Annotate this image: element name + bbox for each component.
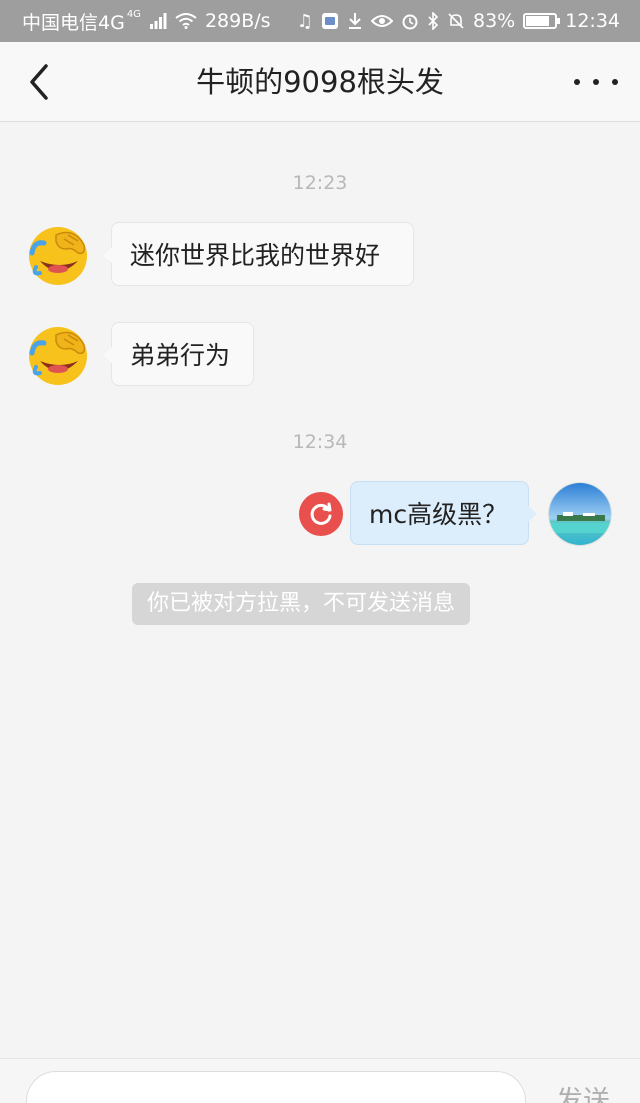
network-speed: 289B/s <box>204 10 271 32</box>
resend-icon[interactable] <box>299 492 343 536</box>
timestamp: 12:34 <box>292 431 348 453</box>
mute-icon <box>448 13 464 29</box>
message-text: 迷你世界比我的世界好 <box>130 241 381 270</box>
bluetooth-icon <box>428 12 439 30</box>
nav-bar: 牛顿的9098根头发 <box>0 42 640 122</box>
send-button[interactable]: 发送 <box>556 1079 610 1103</box>
message-text: 弟弟行为 <box>130 341 231 370</box>
my-avatar[interactable] <box>548 482 612 546</box>
message-input[interactable] <box>26 1071 526 1103</box>
input-bar: 发送 <box>0 1058 640 1103</box>
refresh-icon <box>310 502 332 525</box>
back-button[interactable] <box>22 60 62 104</box>
incoming-message-bubble[interactable]: 迷你世界比我的世界好 <box>103 222 414 286</box>
chat-title: 牛顿的9098根头发 <box>196 65 444 99</box>
battery-fill <box>526 16 550 26</box>
chevron-left-icon <box>30 64 48 100</box>
blocked-notice: 你已被对方拉黑，不可发送消息 <box>132 583 471 625</box>
clock: 12:34 <box>565 10 620 32</box>
chat-area[interactable]: 12:23 迷你世界比我的世界好 弟弟行为 12:34 mc高级黑？ 你已被对方… <box>0 123 640 1058</box>
carrier-label: 中国电信4G <box>22 11 125 34</box>
more-dot-icon <box>593 79 599 85</box>
eye-icon <box>371 15 393 27</box>
app-notification-icon <box>322 13 338 29</box>
more-dot-icon <box>574 79 580 85</box>
download-icon <box>349 13 361 29</box>
beach-photo <box>549 483 611 545</box>
more-options-button[interactable] <box>574 66 618 98</box>
status-right: ♫ 83% 12:34 <box>297 10 620 32</box>
alarm-icon <box>402 14 418 30</box>
music-icon: ♫ <box>296 10 313 32</box>
contact-avatar[interactable] <box>26 323 90 387</box>
more-dot-icon <box>612 79 618 85</box>
signal-icon <box>149 13 167 29</box>
contact-avatar[interactable] <box>26 223 90 287</box>
timestamp: 12:23 <box>292 172 348 194</box>
incoming-message-bubble[interactable]: 弟弟行为 <box>103 322 254 386</box>
message-text: mc高级黑？ <box>369 500 508 529</box>
battery-percent: 83% <box>473 10 516 32</box>
battery-icon <box>523 13 561 29</box>
outgoing-message-bubble[interactable]: mc高级黑？ <box>350 481 537 545</box>
status-left: 中国电信4G 4G 289B/s <box>22 8 271 35</box>
wifi-icon <box>175 13 197 29</box>
network-badge: 4G <box>126 8 141 20</box>
status-bar: 中国电信4G 4G 289B/s ♫ 83% 12:34 <box>0 0 640 42</box>
